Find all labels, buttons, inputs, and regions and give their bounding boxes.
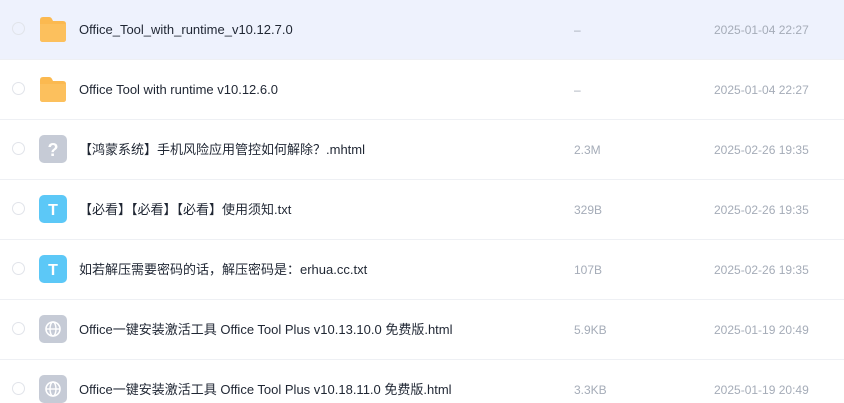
file-row[interactable]: T 如若解压需要密码的话，解压密码是：erhua.cc.txt 107B 202… (0, 240, 844, 300)
file-size: – (574, 83, 581, 97)
file-list: Office_Tool_with_runtime_v10.12.7.0 – 20… (0, 0, 844, 403)
unknown-file-icon: ? (39, 135, 67, 163)
file-modified-date: 2025-02-26 19:35 (714, 143, 809, 157)
file-row[interactable]: Office一键安装激活工具 Office Tool Plus v10.18.1… (0, 360, 844, 403)
text-file-icon: T (39, 255, 67, 283)
folder-icon (39, 15, 67, 43)
file-name[interactable]: Office一键安装激活工具 Office Tool Plus v10.18.1… (79, 381, 452, 399)
file-row[interactable]: T 【必看】【必看】【必看】使用须知.txt 329B 2025-02-26 1… (0, 180, 844, 240)
file-name[interactable]: 如若解压需要密码的话，解压密码是：erhua.cc.txt (79, 261, 367, 279)
row-checkbox[interactable] (12, 262, 25, 275)
row-checkbox[interactable] (12, 202, 25, 215)
web-file-icon (39, 315, 67, 343)
file-name[interactable]: Office_Tool_with_runtime_v10.12.7.0 (79, 21, 293, 39)
file-row[interactable]: Office Tool with runtime v10.12.6.0 – 20… (0, 60, 844, 120)
file-name[interactable]: 【鸿蒙系统】手机风险应用管控如何解除？.mhtml (79, 141, 365, 159)
file-name[interactable]: 【必看】【必看】【必看】使用须知.txt (79, 201, 291, 219)
folder-icon (39, 75, 67, 103)
file-size: 107B (574, 263, 603, 277)
file-modified-date: 2025-01-04 22:27 (714, 23, 809, 37)
file-row[interactable]: ? 【鸿蒙系统】手机风险应用管控如何解除？.mhtml 2.3M 2025-02… (0, 120, 844, 180)
file-modified-date: 2025-01-19 20:49 (714, 383, 809, 397)
text-glyph: T (48, 202, 58, 219)
row-checkbox[interactable] (12, 382, 25, 395)
row-checkbox[interactable] (12, 82, 25, 95)
file-size: 5.9KB (574, 323, 607, 337)
unknown-glyph: ? (48, 140, 59, 160)
file-size: 2.3M (574, 143, 601, 157)
file-size: 329B (574, 203, 603, 217)
file-modified-date: 2025-02-26 19:35 (714, 263, 809, 277)
row-checkbox[interactable] (12, 142, 25, 155)
file-modified-date: 2025-01-19 20:49 (714, 323, 809, 337)
row-checkbox[interactable] (12, 22, 25, 35)
file-name[interactable]: Office一键安装激活工具 Office Tool Plus v10.13.1… (79, 321, 453, 339)
file-name[interactable]: Office Tool with runtime v10.12.6.0 (79, 81, 278, 99)
row-checkbox[interactable] (12, 322, 25, 335)
file-size: – (574, 23, 581, 37)
file-row[interactable]: Office一键安装激活工具 Office Tool Plus v10.13.1… (0, 300, 844, 360)
web-file-icon (39, 375, 67, 403)
file-size: 3.3KB (574, 383, 607, 397)
file-row[interactable]: Office_Tool_with_runtime_v10.12.7.0 – 20… (0, 0, 844, 60)
file-modified-date: 2025-01-04 22:27 (714, 83, 809, 97)
text-file-icon: T (39, 195, 67, 223)
text-glyph: T (48, 262, 58, 279)
file-modified-date: 2025-02-26 19:35 (714, 203, 809, 217)
